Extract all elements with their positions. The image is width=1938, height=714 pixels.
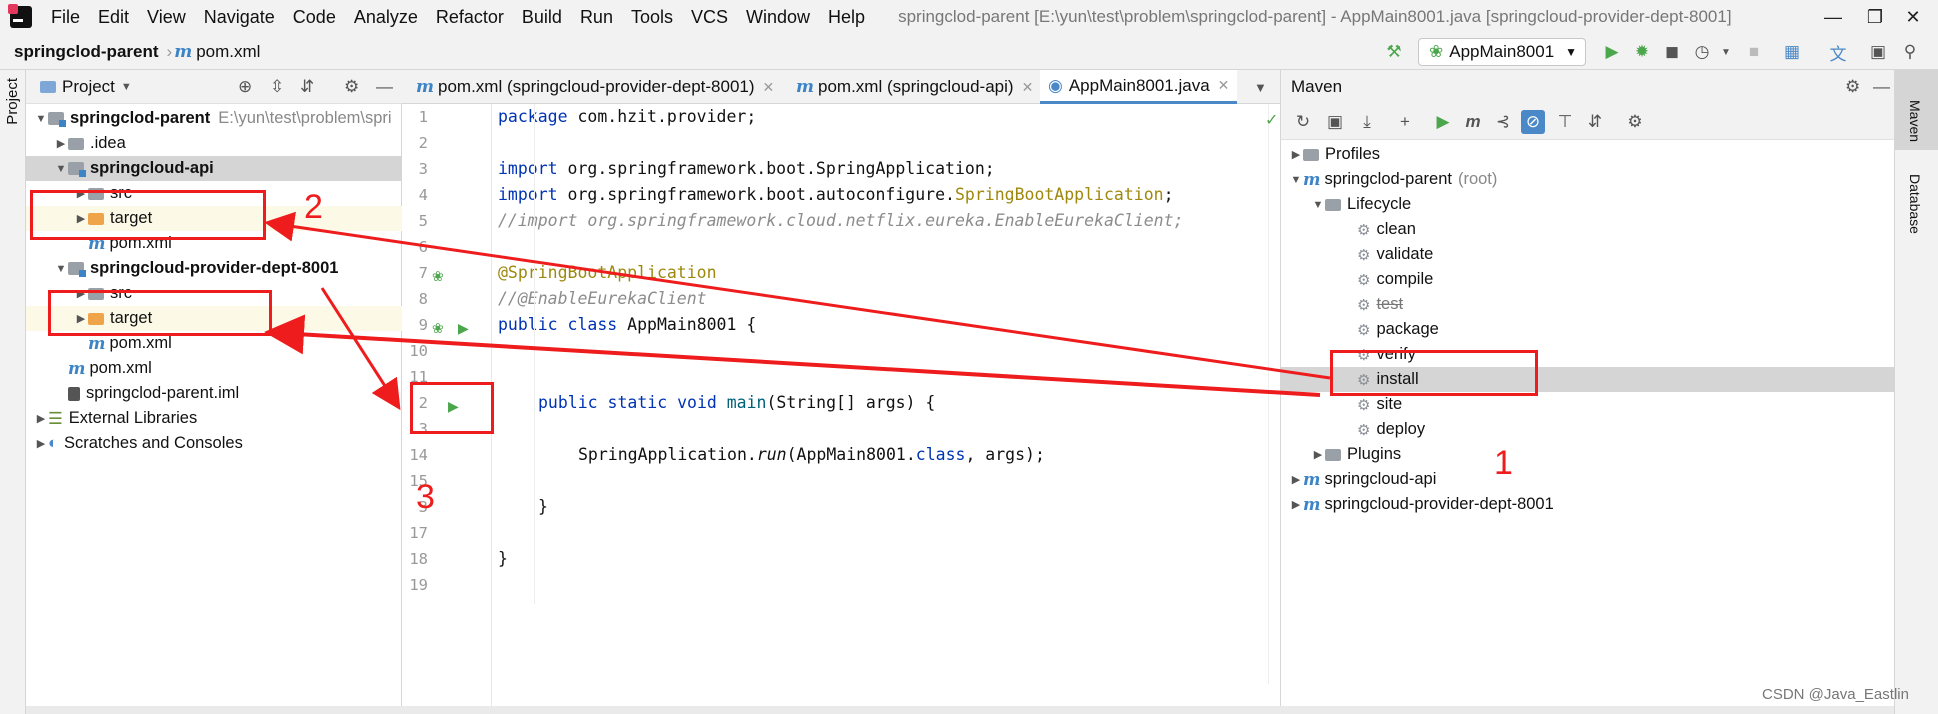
annotation-number: 1 [1494, 444, 1513, 482]
annotation-box-api-target [30, 190, 266, 240]
watermark: CSDN @Java_Eastlin [1762, 686, 1909, 703]
annotation-box-install [1330, 350, 1538, 396]
annotation-box-provider-target [48, 290, 272, 336]
annotation-arrow [264, 211, 1331, 380]
annotation-arrow [320, 287, 401, 411]
annotation-overlay [264, 211, 1331, 411]
annotation-number: 3 [416, 478, 435, 516]
annotation-number: 2 [304, 188, 323, 226]
annotation-box-run-main [410, 382, 494, 434]
